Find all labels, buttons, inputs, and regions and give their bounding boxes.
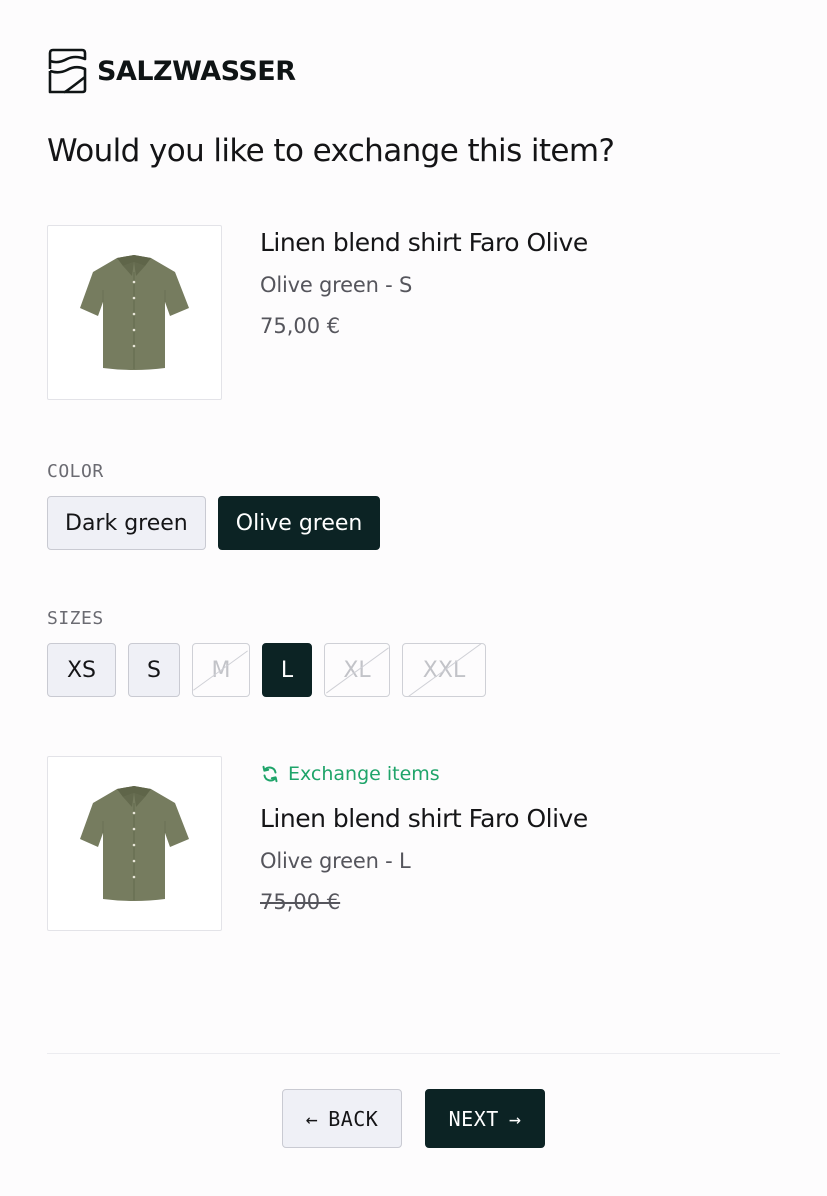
brand-name: SALZWASSER [97, 55, 296, 87]
size-option-m: M [192, 643, 250, 697]
size-option-xxl: XXL [402, 643, 486, 697]
size-option-xs[interactable]: XS [47, 643, 116, 697]
shirt-image-icon [80, 786, 189, 901]
refresh-icon [262, 765, 278, 783]
exchange-item-card: Exchange items Linen blend shirt Faro Ol… [47, 756, 747, 934]
footer-divider [47, 1053, 780, 1054]
current-item-card: Linen blend shirt Faro Olive Olive green… [47, 225, 747, 403]
exchange-item-price: 75,00 € [260, 890, 341, 914]
current-item-name: Linen blend shirt Faro Olive [260, 228, 588, 257]
color-option-olive-green[interactable]: Olive green [217, 496, 381, 550]
current-item-price: 75,00 € [260, 314, 341, 338]
page-title: Would you like to exchange this item? [47, 133, 615, 169]
size-options: XS S M L XL XXL [47, 643, 486, 697]
exchange-item-info: Exchange items Linen blend shirt Faro Ol… [260, 756, 588, 917]
size-option-xl: XL [324, 643, 390, 697]
next-button[interactable]: NEXT → [425, 1089, 545, 1148]
size-option-s[interactable]: S [128, 643, 180, 697]
brand-header: SALZWASSER [47, 47, 296, 95]
current-item-info: Linen blend shirt Faro Olive Olive green… [260, 225, 588, 341]
exchange-items-label: Exchange items [288, 763, 440, 785]
exchange-item-variant: Olive green - L [260, 849, 411, 873]
exchange-items-tag: Exchange items [260, 756, 588, 792]
color-section-label: COLOR [47, 461, 104, 482]
exchange-item-image [47, 756, 222, 931]
color-option-dark-green[interactable]: Dark green [47, 496, 206, 550]
arrow-left-icon: ← [305, 1106, 319, 1131]
sizes-section-label: SIZES [47, 608, 104, 629]
next-button-label: NEXT [448, 1106, 499, 1131]
wave-square-logo-icon [48, 48, 87, 94]
color-options: Dark green Olive green [47, 496, 381, 550]
current-item-variant: Olive green - S [260, 273, 413, 297]
size-option-l[interactable]: L [262, 643, 312, 697]
shirt-image-icon [80, 255, 189, 370]
arrow-right-icon: → [508, 1106, 522, 1131]
current-item-image [47, 225, 222, 400]
back-button[interactable]: ← BACK [282, 1089, 402, 1148]
back-button-label: BACK [328, 1106, 379, 1131]
exchange-item-name: Linen blend shirt Faro Olive [260, 804, 588, 833]
